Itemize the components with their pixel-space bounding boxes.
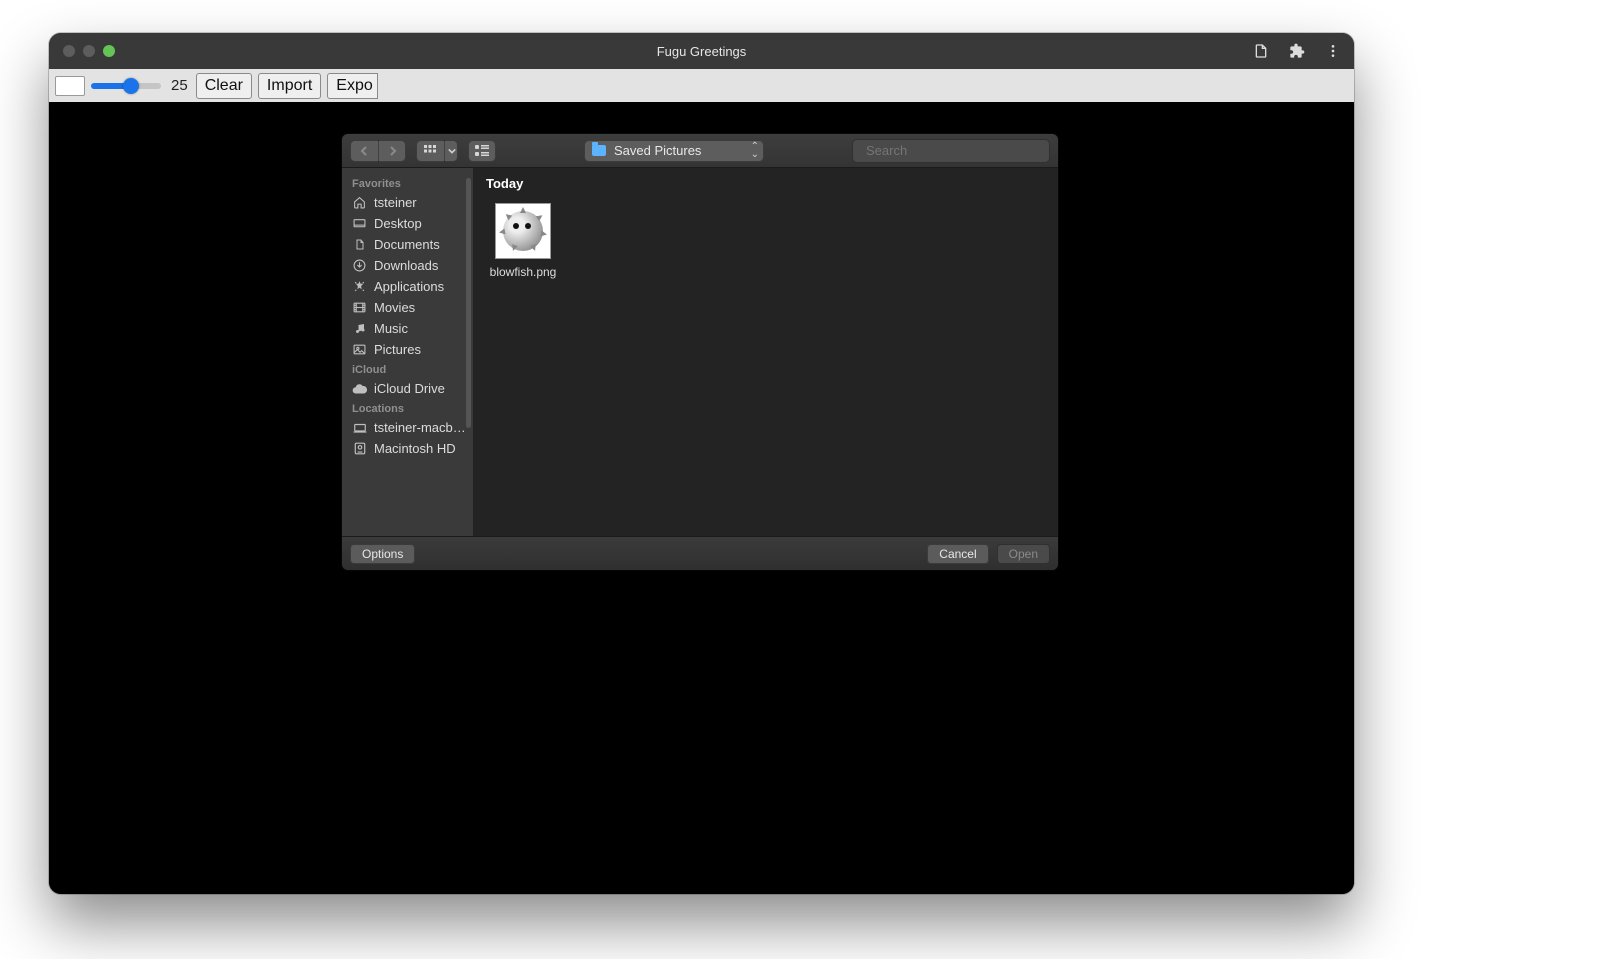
cloud-icon	[352, 382, 367, 396]
window-close-button[interactable]	[63, 45, 75, 57]
sidebar-scrollbar[interactable]	[466, 178, 471, 428]
picture-icon	[352, 343, 367, 357]
sidebar-section-icloud: iCloud	[348, 360, 473, 378]
sidebar-item-label: Applications	[374, 279, 444, 294]
chevron-down-icon	[444, 140, 458, 162]
blowfish-icon	[503, 211, 543, 251]
laptop-icon	[352, 421, 367, 435]
brush-size-slider[interactable]	[91, 83, 161, 89]
file-grid: blowfish.png	[474, 195, 1058, 287]
sidebar-item-label: Macintosh HD	[374, 441, 456, 456]
more-icon[interactable]	[1324, 42, 1342, 60]
cancel-button[interactable]: Cancel	[927, 544, 988, 564]
titlebar: Fugu Greetings	[49, 33, 1354, 69]
sidebar-item-documents[interactable]: Documents	[348, 234, 473, 255]
window-title: Fugu Greetings	[49, 44, 1354, 59]
view-mode-select[interactable]	[416, 140, 458, 162]
title-actions	[1252, 42, 1354, 60]
folder-name: Saved Pictures	[614, 143, 701, 158]
extensions-icon[interactable]	[1288, 42, 1306, 60]
import-button[interactable]: Import	[258, 73, 321, 99]
sidebar-item-icloud-drive[interactable]: iCloud Drive	[348, 378, 473, 399]
sidebar-item-music[interactable]: Music	[348, 318, 473, 339]
sidebar-item-laptop[interactable]: tsteiner-macb…	[348, 417, 473, 438]
sidebar-item-home[interactable]: tsteiner	[348, 192, 473, 213]
app-toolbar: 25 Clear Import Expo	[49, 69, 1354, 102]
nav-forward-button[interactable]	[378, 140, 406, 162]
download-icon	[352, 259, 367, 273]
options-button[interactable]: Options	[350, 544, 415, 564]
sidebar-item-label: Downloads	[374, 258, 438, 273]
dialog-footer: Options Cancel Open	[342, 536, 1058, 570]
disk-icon	[352, 442, 367, 456]
dialog-toolbar: Saved Pictures ⌃⌄	[342, 134, 1058, 168]
movie-icon	[352, 301, 367, 315]
brush-size-value: 25	[171, 77, 188, 94]
desktop-icon	[352, 217, 367, 231]
group-by-button[interactable]	[468, 140, 496, 162]
group-icon	[468, 140, 496, 162]
sidebar-item-pictures[interactable]: Pictures	[348, 339, 473, 360]
nav-back-button[interactable]	[350, 140, 378, 162]
grid-view-icon	[416, 140, 444, 162]
file-item[interactable]: blowfish.png	[486, 203, 560, 279]
sidebar-item-label: tsteiner	[374, 195, 417, 210]
file-name: blowfish.png	[486, 265, 560, 279]
sidebar-section-favorites: Favorites	[348, 174, 473, 192]
sidebar-item-label: Music	[374, 321, 408, 336]
app-window: Fugu Greetings 25 Clear Import Expo	[49, 33, 1354, 894]
sidebar-item-label: Documents	[374, 237, 440, 252]
dialog-sidebar: Favorites tsteiner Desktop Documents Dow…	[342, 168, 474, 536]
sidebar-item-disk[interactable]: Macintosh HD	[348, 438, 473, 459]
dialog-content: Today blowfish.png	[474, 168, 1058, 536]
window-zoom-button[interactable]	[103, 45, 115, 57]
group-header: Today	[474, 168, 1058, 195]
sidebar-item-label: Pictures	[374, 342, 421, 357]
sidebar-section-locations: Locations	[348, 399, 473, 417]
folder-icon	[592, 145, 606, 156]
canvas-area[interactable]: Saved Pictures ⌃⌄ Favorites tsteiner Des…	[49, 102, 1354, 894]
sidebar-item-applications[interactable]: Applications	[348, 276, 473, 297]
doc-icon	[352, 238, 367, 252]
folder-dropdown[interactable]: Saved Pictures ⌃⌄	[584, 140, 764, 162]
open-button[interactable]: Open	[997, 544, 1050, 564]
sidebar-item-label: iCloud Drive	[374, 381, 445, 396]
sidebar-item-label: Movies	[374, 300, 415, 315]
color-swatch[interactable]	[55, 76, 85, 96]
export-button[interactable]: Expo	[327, 73, 377, 99]
clear-button[interactable]: Clear	[196, 73, 252, 99]
nav-buttons	[350, 140, 406, 162]
sidebar-item-label: Desktop	[374, 216, 422, 231]
traffic-lights	[49, 45, 115, 57]
page-icon[interactable]	[1252, 42, 1270, 60]
chevron-up-down-icon: ⌃⌄	[751, 143, 756, 159]
music-icon	[352, 322, 367, 336]
dialog-body: Favorites tsteiner Desktop Documents Dow…	[342, 168, 1058, 536]
search-field[interactable]	[852, 139, 1050, 163]
search-input[interactable]	[866, 143, 1042, 158]
sidebar-item-desktop[interactable]: Desktop	[348, 213, 473, 234]
file-thumbnail	[495, 203, 551, 259]
sidebar-item-downloads[interactable]: Downloads	[348, 255, 473, 276]
file-open-dialog: Saved Pictures ⌃⌄ Favorites tsteiner Des…	[342, 134, 1058, 570]
sidebar-item-label: tsteiner-macb…	[374, 420, 466, 435]
sidebar-item-movies[interactable]: Movies	[348, 297, 473, 318]
home-icon	[352, 196, 367, 210]
window-minimize-button[interactable]	[83, 45, 95, 57]
apps-icon	[352, 280, 367, 294]
